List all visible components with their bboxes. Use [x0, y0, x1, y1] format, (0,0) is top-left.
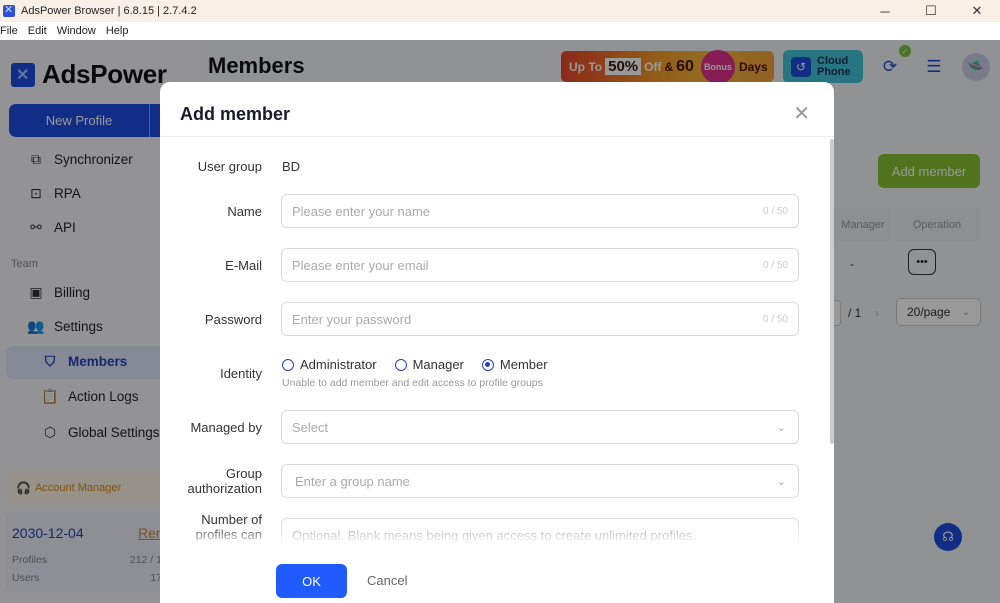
label-line: Group	[225, 466, 262, 481]
dialog-title: Add member	[180, 104, 291, 124]
window-title: AdsPower Browser | 6.8.15 | 2.7.4.2	[21, 5, 197, 17]
close-icon: ✕	[793, 103, 810, 125]
ok-button[interactable]: OK	[276, 564, 347, 598]
label-line: profiles can	[195, 527, 262, 542]
group-authorization-label: Group authorization	[160, 466, 262, 496]
radio-label: Member	[499, 357, 548, 372]
user-group-label: User group	[197, 159, 262, 174]
identity-radio-group: Administrator Manager Member	[282, 357, 566, 372]
radio-unchecked-icon	[282, 358, 294, 371]
menu-file[interactable]: File	[0, 25, 18, 37]
identity-hint: Unable to add member and edit access to …	[282, 377, 543, 389]
email-char-count: 0 / 50	[762, 259, 788, 271]
group-authorization-select[interactable]: Enter a group name ⌄	[281, 464, 799, 498]
identity-option-administrator[interactable]: Administrator	[282, 357, 377, 372]
password-label: Password	[204, 312, 262, 327]
label-line: Number of	[201, 512, 262, 527]
chevron-down-icon: ⌄	[776, 421, 786, 434]
minimize-button[interactable]: ─	[862, 0, 908, 22]
cancel-button[interactable]: Cancel	[367, 573, 407, 588]
radio-label: Administrator	[300, 357, 377, 372]
email-label: E-Mail	[225, 258, 262, 273]
dialog-footer: OK Cancel	[160, 543, 834, 603]
dialog-header: Add member ✕	[160, 82, 834, 137]
name-char-count: 0 / 50	[762, 205, 788, 217]
dialog-scrollbar[interactable]	[830, 139, 834, 444]
password-input[interactable]: Enter your password 0 / 50	[281, 302, 799, 336]
add-member-dialog: Add member ✕ User group BD Name Please e…	[160, 82, 834, 603]
close-window-button[interactable]: ✕	[954, 0, 1000, 22]
radio-unchecked-icon	[394, 358, 407, 371]
email-placeholder: Please enter your email	[292, 257, 429, 273]
window-title-bar: AdsPower Browser | 6.8.15 | 2.7.4.2 ─ ☐ …	[0, 0, 1000, 22]
radio-checked-icon	[481, 358, 494, 371]
password-char-count: 0 / 50	[762, 313, 788, 325]
profile-limit-label: Number of profiles can	[160, 512, 262, 542]
label-line: authorization	[187, 481, 262, 496]
close-dialog-button[interactable]: ✕	[793, 101, 810, 126]
name-placeholder: Please enter your name	[292, 203, 431, 219]
maximize-button[interactable]: ☐	[908, 0, 954, 22]
chevron-down-icon: ⌄	[776, 475, 786, 488]
name-label: Name	[227, 204, 262, 219]
profile-limit-placeholder: Optional. Blank means being given access…	[292, 527, 696, 543]
email-input[interactable]: Please enter your email 0 / 50	[281, 248, 799, 282]
menu-window[interactable]: Window	[57, 25, 96, 37]
radio-label: Manager	[412, 357, 464, 372]
managed-by-select[interactable]: Select ⌄	[281, 410, 799, 444]
group-authorization-placeholder: Enter a group name	[295, 473, 410, 489]
user-group-value: BD	[282, 159, 301, 174]
identity-option-member[interactable]: Member	[481, 357, 548, 372]
managed-by-placeholder: Select	[292, 419, 329, 435]
menu-help[interactable]: Help	[106, 25, 129, 37]
identity-label: Identity	[220, 366, 262, 381]
password-placeholder: Enter your password	[292, 311, 412, 327]
managed-by-label: Managed by	[190, 420, 262, 435]
name-input[interactable]: Please enter your name 0 / 50	[281, 194, 799, 228]
menu-bar: File Edit Window Help	[0, 22, 1000, 40]
menu-edit[interactable]: Edit	[28, 25, 47, 37]
identity-option-manager[interactable]: Manager	[394, 357, 464, 372]
app-logo-icon	[3, 3, 15, 17]
